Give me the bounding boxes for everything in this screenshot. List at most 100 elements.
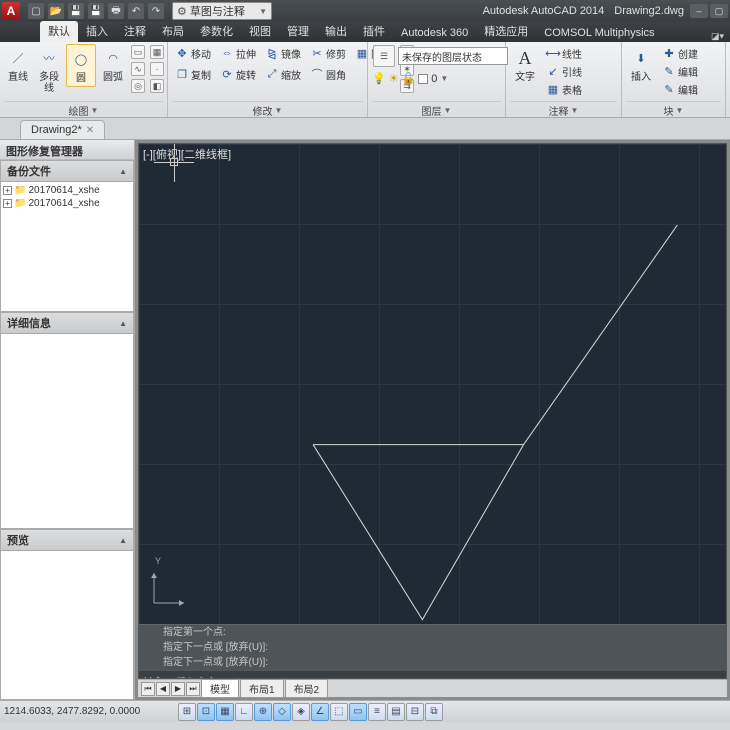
document-tab[interactable]: Drawing2* ✕ [20,120,105,139]
tab-view[interactable]: 视图 [241,21,279,42]
ducs-button[interactable]: ⬚ [330,703,348,721]
linear-dim-button[interactable]: ⟷线性 [543,44,585,62]
lwt-button[interactable]: ≡ [368,703,386,721]
tab-insert[interactable]: 插入 [78,21,116,42]
minimize-button[interactable]: – [690,4,708,18]
dyn-button[interactable]: ▭ [349,703,367,721]
polyline-button[interactable]: 〰多段线 [35,44,63,96]
3dosnap-button[interactable]: ◈ [292,703,310,721]
tab-plugins[interactable]: 插件 [355,21,393,42]
otrack-button[interactable]: ∠ [311,703,329,721]
tree-item[interactable]: +📁20170614_xshe [3,184,131,197]
qat-undo-icon[interactable]: ↶ [128,3,144,19]
insert-block-button[interactable]: ⬇插入 [626,44,656,85]
spline-button[interactable]: ∿ [131,62,145,76]
region-button[interactable]: ◧ [150,79,164,93]
layer-properties-button[interactable]: ☰ [373,45,395,67]
tab-nav-first[interactable]: ⏮ [141,682,155,696]
qat-redo-icon[interactable]: ↷ [148,3,164,19]
tab-featured[interactable]: 精选应用 [476,21,536,42]
qp-button[interactable]: ⊟ [406,703,424,721]
tab-comsol[interactable]: COMSOL Multiphysics [536,25,662,42]
ortho-button[interactable]: ∟ [235,703,253,721]
command-input[interactable]: ✕ ▷_ 键入命令 [139,670,726,679]
point-button[interactable]: · [150,62,164,76]
leader-button[interactable]: ↙引线 [543,62,585,80]
arc-button[interactable]: ◠圆弧 [99,44,127,85]
app-logo[interactable]: A [2,2,20,20]
qat-new-icon[interactable]: ▢ [28,3,44,19]
backup-section-header[interactable]: 备份文件▲ [0,160,134,182]
tree-item[interactable]: +📁20170614_xshe [3,197,131,210]
create-block-button[interactable]: ✚创建 [659,44,701,62]
mirror-icon: ⧎ [265,46,279,60]
drawing-geometry [139,144,726,640]
chevron-down-icon[interactable]: ▼ [676,106,684,115]
table-button[interactable]: ▦表格 [543,80,585,98]
tpy-button[interactable]: ▤ [387,703,405,721]
rotate-button[interactable]: ⟳旋转 [217,65,259,83]
text-button[interactable]: A文字 [510,44,540,85]
preview-section-header[interactable]: 预览▲ [0,529,134,551]
tab-nav-last[interactable]: ⏭ [186,682,200,696]
osnap-button[interactable]: ◇ [273,703,291,721]
tab-nav-prev[interactable]: ◀ [156,682,170,696]
copy-button[interactable]: ❐复制 [172,65,214,83]
stretch-button[interactable]: ⇔拉伸 [217,44,259,62]
tab-nav-next[interactable]: ▶ [171,682,185,696]
grid-button[interactable]: ▦ [216,703,234,721]
close-icon[interactable]: ✕ [86,125,94,136]
sc-button[interactable]: ⧉ [425,703,443,721]
qat-plot-icon[interactable]: 🖶 [108,3,124,19]
snap-button[interactable]: ⊡ [197,703,215,721]
layout-tab-1[interactable]: 布局1 [240,679,284,698]
chevron-down-icon[interactable]: ▼ [91,106,99,115]
tab-a360[interactable]: Autodesk 360 [393,25,476,42]
hatch-button[interactable]: ▦ [150,45,164,59]
move-button[interactable]: ✥移动 [172,44,214,62]
expand-icon[interactable]: + [3,199,12,208]
infer-button[interactable]: ⊞ [178,703,196,721]
command-window[interactable]: 指定第一个点: 指定下一点或 [放弃(U)]: 指定下一点或 [放弃(U)]: … [139,624,726,678]
ribbon-expand-icon[interactable]: ◪▾ [711,31,724,42]
folder-icon: 📁 [14,185,26,196]
layout-tab-2[interactable]: 布局2 [285,679,329,698]
tab-annotate[interactable]: 注释 [116,21,154,42]
fillet-button[interactable]: ⌒圆角 [307,65,349,83]
status-toggles: ⊞ ⊡ ▦ ∟ ⊕ ◇ ◈ ∠ ⬚ ▭ ≡ ▤ ⊟ ⧉ [178,703,443,721]
arc-icon: ◠ [101,46,125,70]
tab-output[interactable]: 输出 [317,21,355,42]
edit-block-button[interactable]: ✎编辑 [659,62,701,80]
trim-button[interactable]: ✂修剪 [307,44,349,62]
tab-layout[interactable]: 布局 [154,21,192,42]
close-icon[interactable]: ✕ [143,674,153,680]
mirror-button[interactable]: ⧎镜像 [262,44,304,62]
line-button[interactable]: ／直线 [4,44,32,85]
circle-button[interactable]: ◯圆 [66,44,96,87]
chevron-down-icon[interactable]: ▼ [571,106,579,115]
edit-attr-button[interactable]: ✎编辑 [659,80,701,98]
chevron-down-icon[interactable]: ▼ [444,106,452,115]
tab-parametric[interactable]: 参数化 [192,21,241,42]
rect-button[interactable]: ▭ [131,45,145,59]
move-icon: ✥ [175,46,189,60]
drawing-canvas[interactable]: [-][俯视][二维线框] Y 指定第一个点: 指定下一点或 [放弃(U)]: … [138,143,727,679]
qat-open-icon[interactable]: 📂 [48,3,64,19]
maximize-button[interactable]: ▢ [710,4,728,18]
workspace: 图形修复管理器 备份文件▲ +📁20170614_xshe +📁20170614… [0,140,730,700]
layer-current-row[interactable]: 💡 ☀ 🔓 0 ▼ [372,72,448,85]
scale-button[interactable]: ⤢缩放 [262,65,304,83]
polar-button[interactable]: ⊕ [254,703,272,721]
expand-icon[interactable]: + [3,186,12,195]
workspace-dropdown[interactable]: ⚙ 草图与注释 ▼ [172,2,272,20]
ellipse-button[interactable]: ◎ [131,79,145,93]
layer-state-dropdown[interactable]: 未保存的图层状态 [398,47,508,65]
qat-saveas-icon[interactable]: 💾 [88,3,104,19]
details-section-header[interactable]: 详细信息▲ [0,312,134,334]
tab-manage[interactable]: 管理 [279,21,317,42]
chevron-down-icon[interactable]: ▼ [275,106,283,115]
layout-tab-model[interactable]: 模型 [201,679,239,698]
rotate-icon: ⟳ [220,67,234,81]
qat-save-icon[interactable]: 💾 [68,3,84,19]
tab-default[interactable]: 默认 [40,21,78,42]
